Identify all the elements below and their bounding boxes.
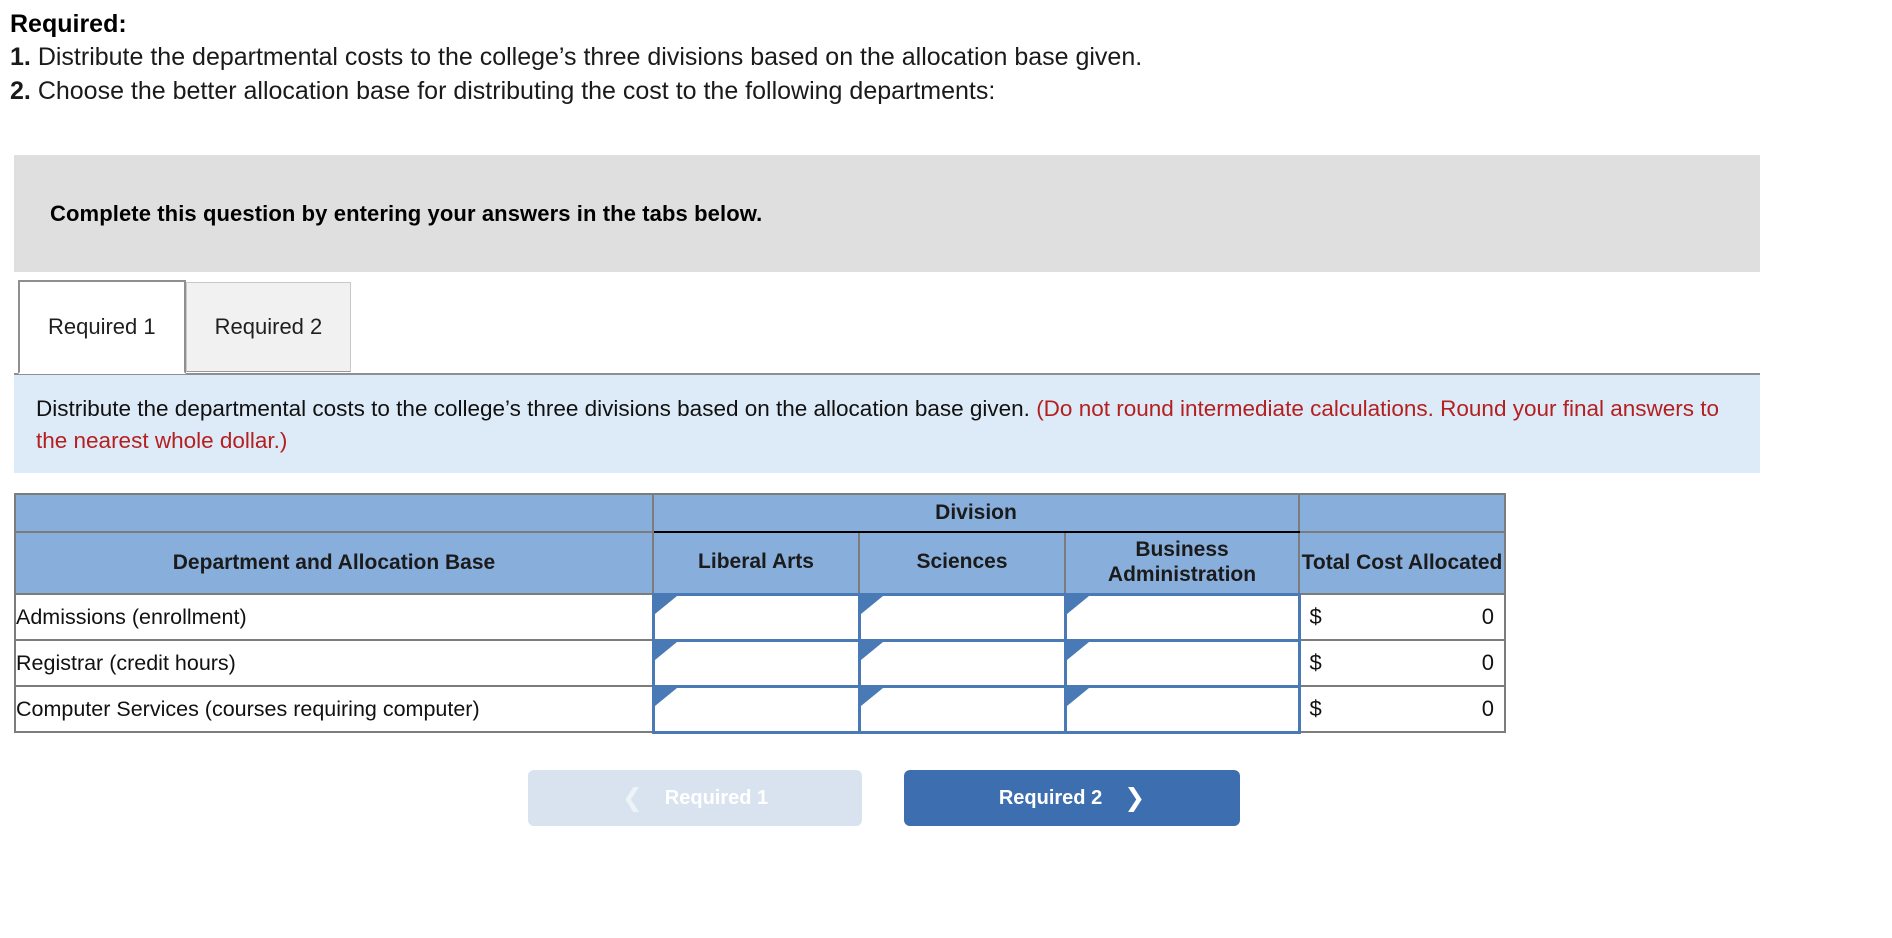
row-1-department-label: Admissions (enrollment) <box>14 593 654 641</box>
complete-question-banner-text: Complete this question by entering your … <box>50 200 763 226</box>
tab-required-2-label: Required 2 <box>214 314 323 339</box>
cell-marker-triangle-icon <box>1066 687 1089 706</box>
required-header: Required: 1. Distribute the departmental… <box>0 0 1892 108</box>
instruction-black-text: Distribute the departmental costs to the… <box>36 396 1037 421</box>
required-item-1-text: Distribute the departmental costs to the… <box>37 43 1143 71</box>
cell-marker-triangle-icon <box>860 641 883 660</box>
row-3-business-admin-input[interactable] <box>1063 684 1301 734</box>
table-row: Computer Services (courses requiring com… <box>14 684 1506 734</box>
next-required-2-button[interactable]: Required 2 ❯ <box>904 770 1240 826</box>
complete-question-banner: Complete this question by entering your … <box>14 155 1760 272</box>
header-blank-right <box>1298 493 1506 533</box>
header-division-group: Division <box>652 493 1300 533</box>
row-3-liberal-arts-input[interactable] <box>651 684 861 734</box>
header-liberal-arts: Liberal Arts <box>652 531 860 595</box>
row-2-liberal-arts-input[interactable] <box>651 638 861 688</box>
table-row: Admissions (enrollment) $ 0 <box>14 592 1506 642</box>
row-1-liberal-arts-input[interactable] <box>651 592 861 642</box>
next-required-2-label: Required 2 <box>998 786 1103 809</box>
row-2-department-label: Registrar (credit hours) <box>14 639 654 687</box>
instruction-panel-text: Distribute the departmental costs to the… <box>36 393 1736 457</box>
required-item-2-number: 2. <box>10 76 31 105</box>
header-department-allocation-base: Department and Allocation Base <box>14 531 654 595</box>
requirement-navigation: ❮ Required 1 Required 2 ❯ <box>528 770 1240 826</box>
required-item-2-text: Choose the better allocation base for di… <box>37 76 996 105</box>
row-3-total-value: 0 <box>1481 696 1494 721</box>
header-business-administration: Business Administration <box>1064 531 1300 595</box>
cell-marker-triangle-icon <box>654 641 677 660</box>
required-title: Required: <box>10 10 127 38</box>
chevron-left-icon: ❮ <box>621 783 643 812</box>
table-header-row-1: Division <box>14 493 1506 533</box>
row-2-total-value: 0 <box>1481 650 1494 675</box>
required-item-1: 1. Distribute the departmental costs to … <box>10 41 1892 75</box>
requirement-tabs: Required 1 Required 2 <box>18 280 352 374</box>
row-3-total-cost: $ 0 <box>1298 685 1506 733</box>
prev-required-1-button[interactable]: ❮ Required 1 <box>528 770 862 826</box>
row-1-total-cost: $ 0 <box>1298 593 1506 641</box>
cell-marker-triangle-icon <box>654 687 677 706</box>
row-3-currency-symbol: $ <box>1309 696 1322 721</box>
cell-marker-triangle-icon <box>654 595 677 614</box>
row-2-business-admin-input[interactable] <box>1063 638 1301 688</box>
required-item-2: 2. Choose the better allocation base for… <box>10 75 1892 109</box>
required-item-1-number: 1. <box>10 43 31 71</box>
row-1-total-value: 0 <box>1481 604 1494 629</box>
row-2-currency-symbol: $ <box>1309 650 1322 675</box>
header-total-cost-allocated: Total Cost Allocated <box>1298 531 1506 595</box>
cell-marker-triangle-icon <box>1066 641 1089 660</box>
tab-required-1-label: Required 1 <box>48 314 156 339</box>
row-3-department-label: Computer Services (courses requiring com… <box>14 685 654 733</box>
header-sciences: Sciences <box>858 531 1066 595</box>
table-row: Registrar (credit hours) $ 0 <box>14 638 1506 688</box>
row-1-currency-symbol: $ <box>1309 604 1322 629</box>
chevron-right-icon: ❯ <box>1124 783 1146 812</box>
allocation-table: Division Department and Allocation Base … <box>14 493 1506 734</box>
row-2-total-cost: $ 0 <box>1298 639 1506 687</box>
header-blank-left <box>14 493 654 533</box>
cell-marker-triangle-icon <box>860 687 883 706</box>
tab-required-2[interactable]: Required 2 <box>185 282 352 372</box>
row-3-sciences-input[interactable] <box>857 684 1067 734</box>
row-2-sciences-input[interactable] <box>857 638 1067 688</box>
table-header-row-2: Department and Allocation Base Liberal A… <box>14 531 1506 595</box>
prev-required-1-label: Required 1 <box>664 786 769 809</box>
cell-marker-triangle-icon <box>860 595 883 614</box>
cell-marker-triangle-icon <box>1066 595 1089 614</box>
row-1-sciences-input[interactable] <box>857 592 1067 642</box>
tab-required-1[interactable]: Required 1 <box>18 280 186 374</box>
row-1-business-admin-input[interactable] <box>1063 592 1301 642</box>
instruction-panel: Distribute the departmental costs to the… <box>14 373 1760 473</box>
